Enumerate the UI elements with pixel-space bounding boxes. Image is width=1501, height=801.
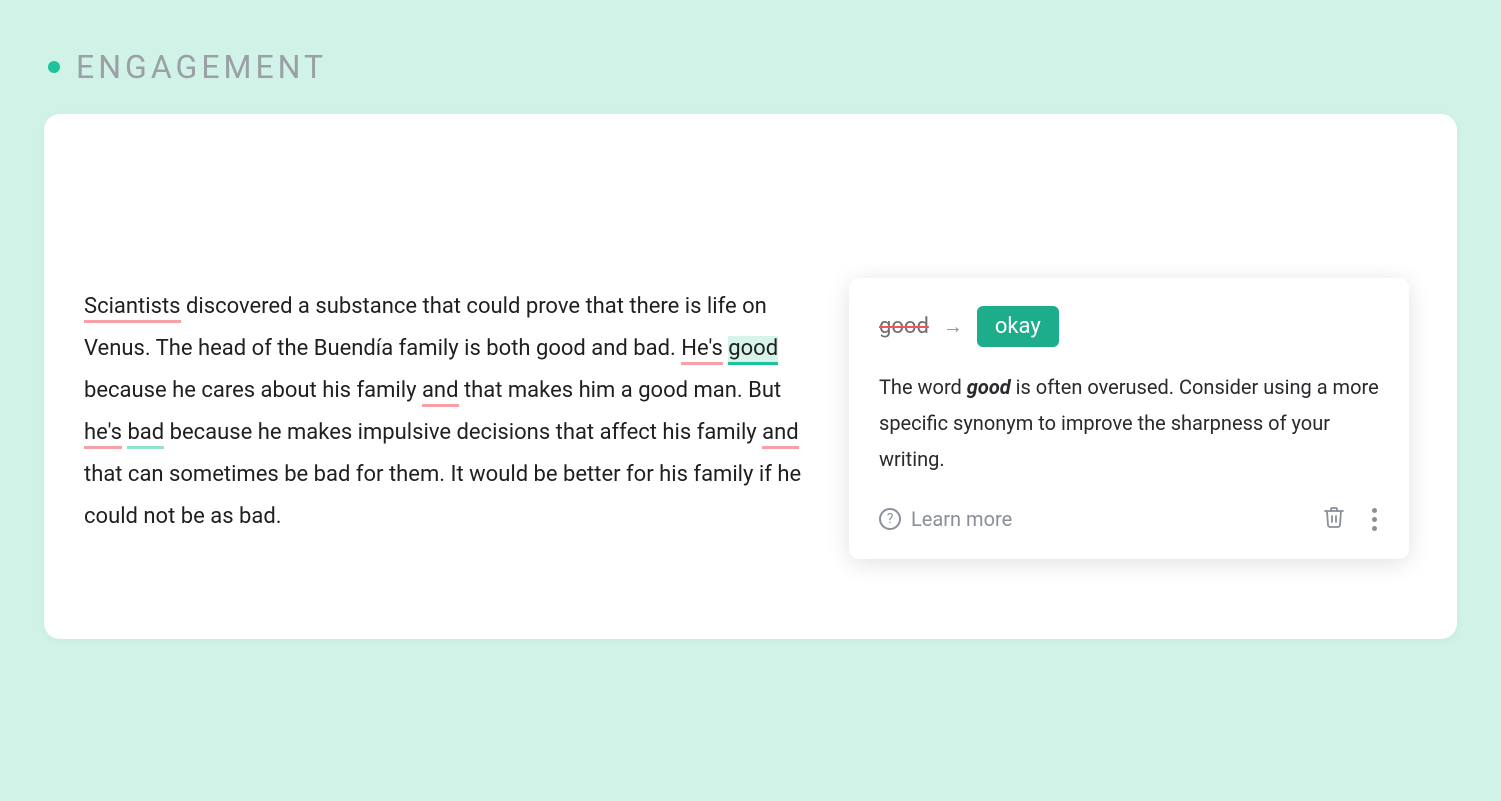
more-icon[interactable] <box>1370 506 1379 533</box>
underline-error[interactable]: and <box>762 420 799 449</box>
highlighted-word: good <box>967 375 1011 399</box>
editor-area[interactable]: Sciantists discovered a substance that c… <box>76 178 809 559</box>
underline-engagement[interactable]: bad <box>127 420 164 449</box>
highlight-engagement[interactable]: good <box>728 336 778 365</box>
suggestion-description: The word good is often overused. Conside… <box>879 369 1379 477</box>
underline-error[interactable]: Sciantists <box>84 294 181 323</box>
suggestion-footer: ? Learn more <box>879 505 1379 533</box>
underline-error[interactable]: He's <box>681 336 723 365</box>
category-dot-icon <box>48 61 60 73</box>
suggestion-header: good → okay <box>879 306 1379 347</box>
learn-more-label: Learn more <box>911 507 1012 531</box>
text: because he makes impulsive decisions tha… <box>164 420 762 445</box>
text: that makes him a good man. But <box>459 378 782 403</box>
content-card: Sciantists discovered a substance that c… <box>44 114 1457 639</box>
replacement-button[interactable]: okay <box>977 306 1059 347</box>
original-word: good <box>879 314 929 339</box>
text: The word <box>879 375 967 399</box>
editor-paragraph[interactable]: Sciantists discovered a substance that c… <box>84 286 809 538</box>
footer-actions <box>1322 505 1379 533</box>
arrow-right-icon: → <box>943 314 963 339</box>
text: that can sometimes be bad for them. It w… <box>84 462 801 529</box>
underline-error[interactable]: and <box>422 378 459 407</box>
category-title: ENGAGEMENT <box>76 48 327 86</box>
suggestion-card: good → okay The word good is often overu… <box>849 278 1409 559</box>
question-icon: ? <box>879 508 901 530</box>
underline-error[interactable]: he's <box>84 420 122 449</box>
learn-more-link[interactable]: ? Learn more <box>879 507 1012 531</box>
trash-icon[interactable] <box>1322 505 1346 533</box>
text: because he cares about his family <box>84 378 422 403</box>
category-header: ENGAGEMENT <box>0 0 1501 86</box>
text: discovered a substance that could prove … <box>84 294 767 361</box>
